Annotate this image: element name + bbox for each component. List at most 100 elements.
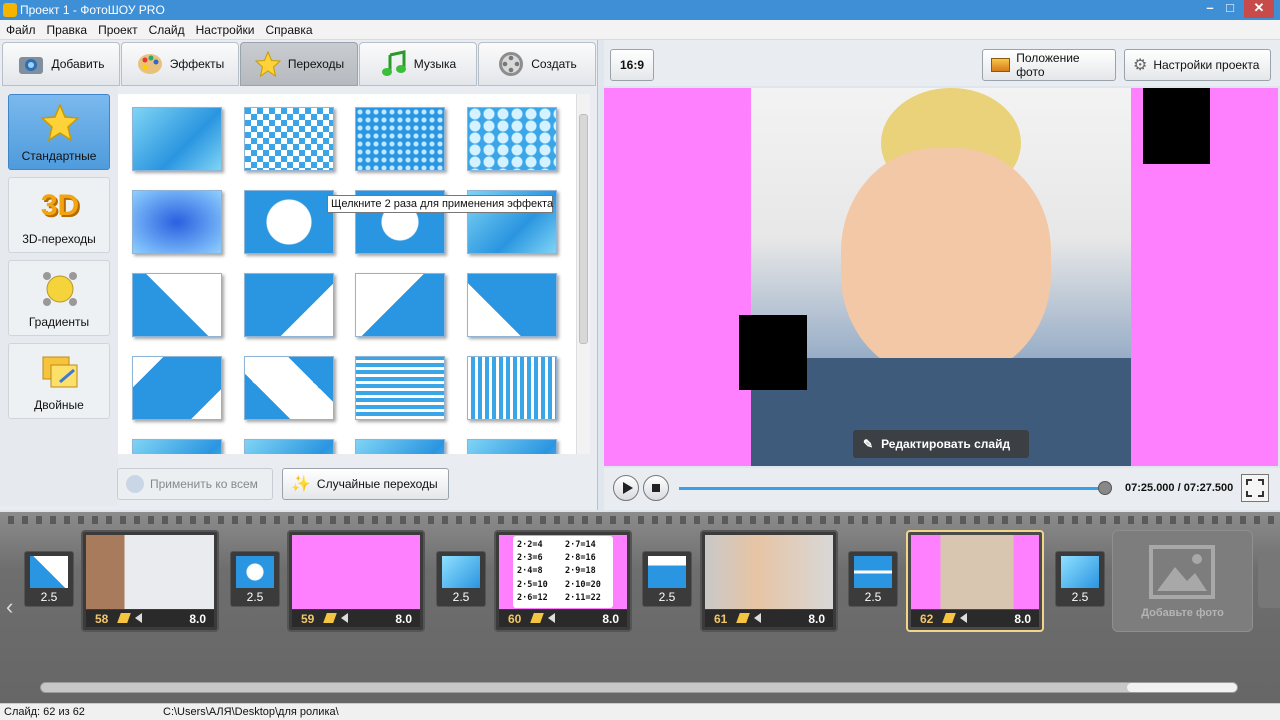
- transition-thumb[interactable]: [132, 190, 222, 254]
- tab-transitions[interactable]: Переходы: [240, 42, 358, 86]
- pencil-icon[interactable]: [323, 613, 337, 623]
- transition-thumb[interactable]: [467, 439, 557, 454]
- sound-icon[interactable]: [548, 613, 555, 623]
- time-display: 07:25.000 / 07:27.500: [1125, 482, 1234, 494]
- project-settings-button[interactable]: ⚙ Настройки проекта: [1124, 49, 1271, 81]
- menu-settings[interactable]: Настройки: [190, 20, 260, 37]
- aspect-ratio-button[interactable]: 16:9: [610, 49, 654, 81]
- chevron-left-icon[interactable]: ‹: [6, 594, 13, 620]
- apply-all-button[interactable]: Применить ко всем: [117, 468, 273, 500]
- sound-icon[interactable]: [754, 613, 761, 623]
- pencil-icon[interactable]: [736, 613, 750, 623]
- tab-effects[interactable]: Эффекты: [121, 42, 239, 86]
- transition-thumb[interactable]: [244, 356, 334, 420]
- category-standard[interactable]: Стандартные: [8, 94, 110, 170]
- photo-position-button[interactable]: Положение фото: [982, 49, 1116, 81]
- slide-image: [292, 535, 420, 609]
- category-double[interactable]: Двойные: [8, 343, 110, 419]
- transition-grid: [118, 94, 576, 454]
- progress-knob[interactable]: [1097, 481, 1112, 495]
- tab-music[interactable]: Музыка: [359, 42, 477, 86]
- star-icon: [40, 103, 80, 142]
- transition-thumb[interactable]: [355, 273, 445, 337]
- transition-thumb[interactable]: [132, 439, 222, 454]
- stop-button[interactable]: [643, 475, 669, 501]
- category-panel: Стандартные 3D 3D-переходы Градиенты Дво…: [0, 86, 118, 506]
- camera-icon: [19, 57, 44, 74]
- category-gradients[interactable]: Градиенты: [8, 260, 110, 336]
- progress-track[interactable]: [679, 487, 1109, 490]
- image-placeholder-icon: [1149, 545, 1215, 599]
- transition-thumb[interactable]: [355, 356, 445, 420]
- maximize-button[interactable]: □: [1216, 0, 1244, 18]
- transition-thumb[interactable]: [467, 107, 557, 171]
- slide-item[interactable]: 61 8.0: [700, 530, 838, 632]
- transition-thumb[interactable]: [244, 107, 334, 171]
- pencil-icon[interactable]: [942, 613, 956, 623]
- pencil-icon: ✎: [863, 437, 874, 451]
- slide-item-selected[interactable]: 62 8.0: [906, 530, 1044, 632]
- transition-thumb[interactable]: [467, 356, 557, 420]
- scroll-right-tab[interactable]: [1258, 552, 1280, 608]
- transition-slot[interactable]: 2.5: [642, 551, 692, 607]
- sound-icon[interactable]: [135, 613, 142, 623]
- app-icon: [3, 3, 17, 17]
- transition-slot[interactable]: 2.5: [436, 551, 486, 607]
- tab-add[interactable]: Добавить: [2, 42, 120, 86]
- gear-icon: ⚙: [1133, 57, 1148, 74]
- transition-thumb[interactable]: [244, 190, 334, 254]
- fullscreen-button[interactable]: [1241, 474, 1269, 502]
- menu-slide[interactable]: Слайд: [143, 20, 190, 37]
- transition-slot[interactable]: 2.5: [848, 551, 898, 607]
- transition-thumb: [1061, 556, 1099, 588]
- tab-create[interactable]: Создать: [478, 42, 596, 86]
- play-icon: [623, 482, 633, 494]
- transition-slot[interactable]: 2.5: [24, 551, 74, 607]
- film-reel-icon: [499, 52, 524, 76]
- title-bar: Проект 1 - ФотоШОУ PRO – □ ✕: [0, 0, 1280, 20]
- pencil-icon[interactable]: [530, 613, 544, 623]
- sound-icon[interactable]: [960, 613, 967, 623]
- transition-thumb[interactable]: [467, 273, 557, 337]
- transition-thumb[interactable]: [244, 273, 334, 337]
- slide-item[interactable]: 58 8.0: [81, 530, 219, 632]
- timeline-scrollbar[interactable]: [40, 682, 1238, 693]
- transition-thumb[interactable]: [355, 107, 445, 171]
- edit-slide-button[interactable]: ✎ Редактировать слайд: [853, 430, 1029, 458]
- music-note-icon: [381, 50, 406, 76]
- transition-thumb[interactable]: [132, 107, 222, 171]
- 3d-text-icon: 3D: [40, 189, 80, 222]
- window-title: Проект 1 - ФотоШОУ PRO: [20, 3, 165, 17]
- transition-thumb[interactable]: [355, 439, 445, 454]
- add-photo-slot[interactable]: Добавьте фото: [1112, 530, 1253, 632]
- double-frame-icon: [42, 356, 78, 388]
- star-icon: [254, 50, 282, 78]
- slide-image: [911, 535, 1039, 609]
- scrollbar-thumb[interactable]: [1127, 683, 1237, 692]
- close-button[interactable]: ✕: [1244, 0, 1274, 18]
- menu-project[interactable]: Проект: [92, 20, 143, 37]
- transition-slot[interactable]: 2.5: [230, 551, 280, 607]
- grid-scrollbar[interactable]: [576, 94, 590, 454]
- scrollbar-thumb[interactable]: [579, 114, 588, 344]
- project-path: C:\Users\АЛЯ\Desktop\для ролика\: [163, 706, 339, 718]
- slide-item[interactable]: 2·2=4 2·7=14 2·3=6 2·8=16 2·4=8 2·9=18 2·5=…: [494, 530, 632, 632]
- play-button[interactable]: [613, 475, 639, 501]
- menu-help[interactable]: Справка: [259, 20, 317, 37]
- magic-wand-icon: ✨: [291, 476, 311, 493]
- random-transitions-button[interactable]: ✨ Случайные переходы: [282, 468, 449, 500]
- face-shape: [841, 148, 1051, 378]
- transition-thumb[interactable]: [132, 273, 222, 337]
- transition-slot[interactable]: 2.5: [1055, 551, 1105, 607]
- sound-icon[interactable]: [341, 613, 348, 623]
- slide-item[interactable]: 59 8.0: [287, 530, 425, 632]
- transition-thumb[interactable]: [132, 356, 222, 420]
- pencil-icon[interactable]: [117, 613, 131, 623]
- category-3d[interactable]: 3D 3D-переходы: [8, 177, 110, 253]
- transition-thumb[interactable]: [244, 439, 334, 454]
- apply-icon: [126, 475, 144, 493]
- preview-photo: [751, 88, 1131, 466]
- menu-file[interactable]: Файл: [0, 20, 41, 37]
- gradient-icon: [43, 272, 77, 306]
- menu-edit[interactable]: Правка: [41, 20, 93, 37]
